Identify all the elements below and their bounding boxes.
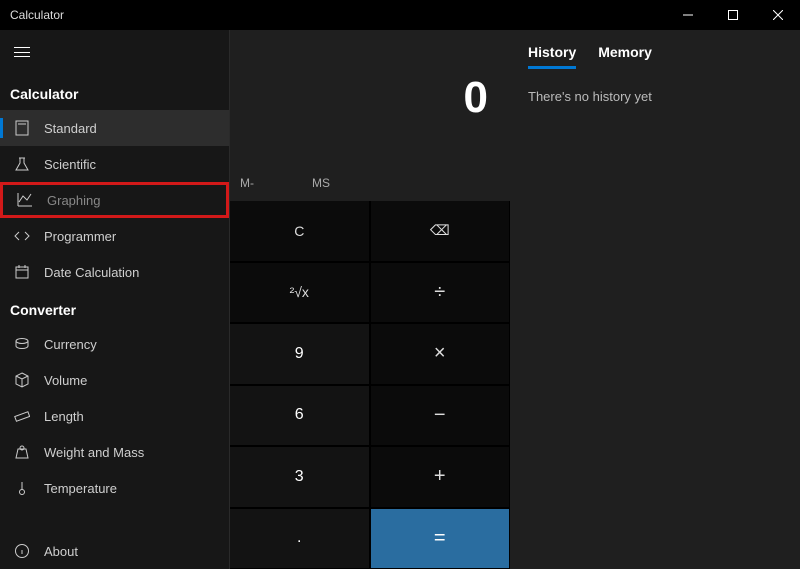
key-backspace[interactable]: ⌫ <box>371 201 510 261</box>
key-6[interactable]: 6 <box>230 386 369 446</box>
key-multiply[interactable]: × <box>371 324 510 384</box>
sidebar-item-label: Scientific <box>44 157 96 172</box>
sidebar: Calculator Standard Scientific Graphing … <box>0 30 230 569</box>
sidebar-item-graphing[interactable]: Graphing <box>0 182 229 218</box>
mem-store-button[interactable]: MS <box>312 176 330 190</box>
close-button[interactable] <box>755 0 800 30</box>
sidebar-head-calculator: Calculator <box>0 74 229 110</box>
cube-icon <box>12 372 32 388</box>
key-add[interactable]: + <box>371 447 510 507</box>
titlebar: Calculator <box>0 0 800 30</box>
memory-row: M- MS <box>230 165 510 201</box>
sidebar-item-currency[interactable]: Currency <box>0 326 229 362</box>
history-empty-text: There's no history yet <box>528 89 782 104</box>
ruler-icon <box>12 408 32 424</box>
flask-icon <box>12 156 32 172</box>
calculator-icon <box>12 120 32 136</box>
keypad: C ⌫ ²√x ÷ 9 × 6 − 3 + . = <box>230 201 510 569</box>
key-clear[interactable]: C <box>230 201 369 261</box>
sidebar-item-about[interactable]: About <box>0 533 229 569</box>
maximize-button[interactable] <box>710 0 755 30</box>
calendar-icon <box>12 264 32 280</box>
sidebar-item-label: Date Calculation <box>44 265 139 280</box>
key-3[interactable]: 3 <box>230 447 369 507</box>
sidebar-item-scientific[interactable]: Scientific <box>0 146 229 182</box>
key-subtract[interactable]: − <box>371 386 510 446</box>
currency-icon <box>12 336 32 352</box>
key-equals[interactable]: = <box>371 509 510 569</box>
sidebar-item-weight[interactable]: Weight and Mass <box>0 434 229 470</box>
sidebar-item-label: Programmer <box>44 229 116 244</box>
key-divide[interactable]: ÷ <box>371 263 510 323</box>
sidebar-item-label: Volume <box>44 373 87 388</box>
weight-icon <box>12 444 32 460</box>
hamburger-button[interactable] <box>0 30 44 74</box>
thermometer-icon <box>12 480 32 496</box>
key-dot[interactable]: . <box>230 509 369 569</box>
sidebar-item-label: Length <box>44 409 84 424</box>
graph-icon <box>15 192 35 208</box>
sidebar-item-label: Currency <box>44 337 97 352</box>
sidebar-item-label: Weight and Mass <box>44 445 144 460</box>
calculator-panel: 0 M- MS C ⌫ ²√x ÷ 9 × 6 − 3 + . = <box>230 30 510 569</box>
tab-memory[interactable]: Memory <box>598 44 652 69</box>
info-icon <box>12 543 32 559</box>
sidebar-item-label: Standard <box>44 121 97 136</box>
sidebar-item-temperature[interactable]: Temperature <box>0 470 229 506</box>
sidebar-item-datecalc[interactable]: Date Calculation <box>0 254 229 290</box>
sidebar-item-length[interactable]: Length <box>0 398 229 434</box>
minimize-button[interactable] <box>665 0 710 30</box>
sidebar-head-converter: Converter <box>0 290 229 326</box>
hamburger-icon <box>14 47 30 57</box>
mem-minus-button[interactable]: M- <box>240 176 254 190</box>
sidebar-item-volume[interactable]: Volume <box>0 362 229 398</box>
sidebar-item-label: About <box>44 544 78 559</box>
code-icon <box>12 228 32 244</box>
tab-history[interactable]: History <box>528 44 576 69</box>
display: 0 <box>230 30 510 165</box>
sidebar-item-label: Graphing <box>47 193 100 208</box>
sidebar-item-standard[interactable]: Standard <box>0 110 229 146</box>
key-sqrt[interactable]: ²√x <box>230 263 369 323</box>
sidebar-item-programmer[interactable]: Programmer <box>0 218 229 254</box>
key-9[interactable]: 9 <box>230 324 369 384</box>
sidebar-item-label: Temperature <box>44 481 117 496</box>
app-title: Calculator <box>10 8 64 22</box>
history-panel: History Memory There's no history yet <box>510 30 800 569</box>
